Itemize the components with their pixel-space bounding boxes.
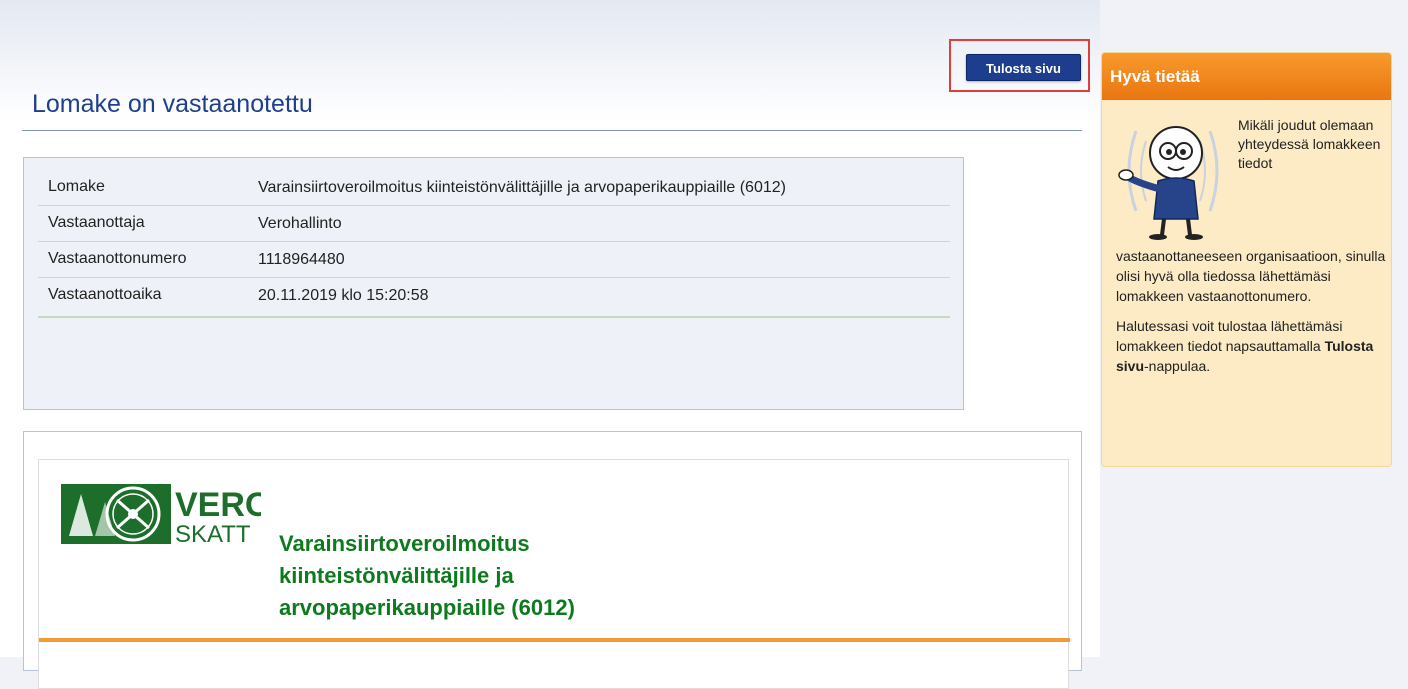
receipt-label: Vastaanottonumero: [48, 250, 187, 267]
vero-logo-icon: VERO SKATT: [61, 484, 261, 548]
print-hint-prefix: Halutessasi voit tulostaa lähettämäsi lo…: [1116, 318, 1343, 354]
receipt-value: Verohallinto: [258, 215, 342, 232]
logo-bottom-text: SKATT: [175, 521, 251, 548]
document-divider: [39, 638, 1070, 642]
print-page-button[interactable]: Tulosta sivu: [966, 54, 1081, 81]
page-title: Lomake on vastaanotettu: [32, 90, 313, 118]
print-hint-suffix: -nappulaa.: [1144, 358, 1211, 374]
receipt-value: 20.11.2019 klo 15:20:58: [258, 287, 429, 304]
receipt-row-time: Vastaanottoaika 20.11.2019 klo 15:20:58: [38, 278, 950, 318]
receipt-value: 1118964480: [258, 251, 345, 268]
logo-top-text: VERO: [175, 486, 261, 524]
receipt-label: Vastaanottoaika: [48, 286, 162, 303]
receipt-row-form: Lomake Varainsiirtoveroilmoitus kiinteis…: [38, 170, 950, 206]
good-to-know-body: vastaanottaneeseen organisaatioon, sinul…: [1116, 246, 1391, 386]
receipt-table: Lomake Varainsiirtoveroilmoitus kiinteis…: [38, 170, 950, 318]
receipt-panel: Lomake Varainsiirtoveroilmoitus kiinteis…: [23, 157, 964, 410]
receipt-label: Lomake: [48, 178, 105, 195]
document-title: Varainsiirtoveroilmoitus kiinteistönväli…: [279, 528, 779, 624]
receipt-row-number: Vastaanottonumero 1118964480: [38, 242, 950, 278]
title-divider: [22, 130, 1082, 131]
info-character-icon: [1118, 126, 1219, 240]
receipt-row-recipient: Vastaanottaja Verohallinto: [38, 206, 950, 242]
document-title-line: kiinteistönvälittäjille ja: [279, 563, 514, 588]
document-title-line: arvopaperikauppiaille (6012): [279, 595, 575, 620]
receipt-value: Varainsiirtoveroilmoitus kiinteistönväli…: [258, 179, 786, 196]
receipt-label: Vastaanottaja: [48, 214, 145, 231]
good-to-know-print-hint: Halutessasi voit tulostaa lähettämäsi lo…: [1116, 316, 1391, 376]
good-to-know-intro: Mikäli joudut olemaan yhteydessä lomakke…: [1238, 117, 1381, 171]
good-to-know-title: Hyvä tietää: [1102, 53, 1391, 100]
good-to-know-box: Hyvä tietää Mikäli joudut olemaan yhteyd…: [1101, 52, 1392, 467]
document-preview: VERO SKATT Varainsiirtoveroilmoitus kiin…: [38, 459, 1070, 689]
good-to-know-paragraph: vastaanottaneeseen organisaatioon, sinul…: [1116, 248, 1386, 304]
document-preview-panel: VERO SKATT Varainsiirtoveroilmoitus kiin…: [23, 431, 1082, 689]
document-title-line: Varainsiirtoveroilmoitus: [279, 531, 530, 556]
